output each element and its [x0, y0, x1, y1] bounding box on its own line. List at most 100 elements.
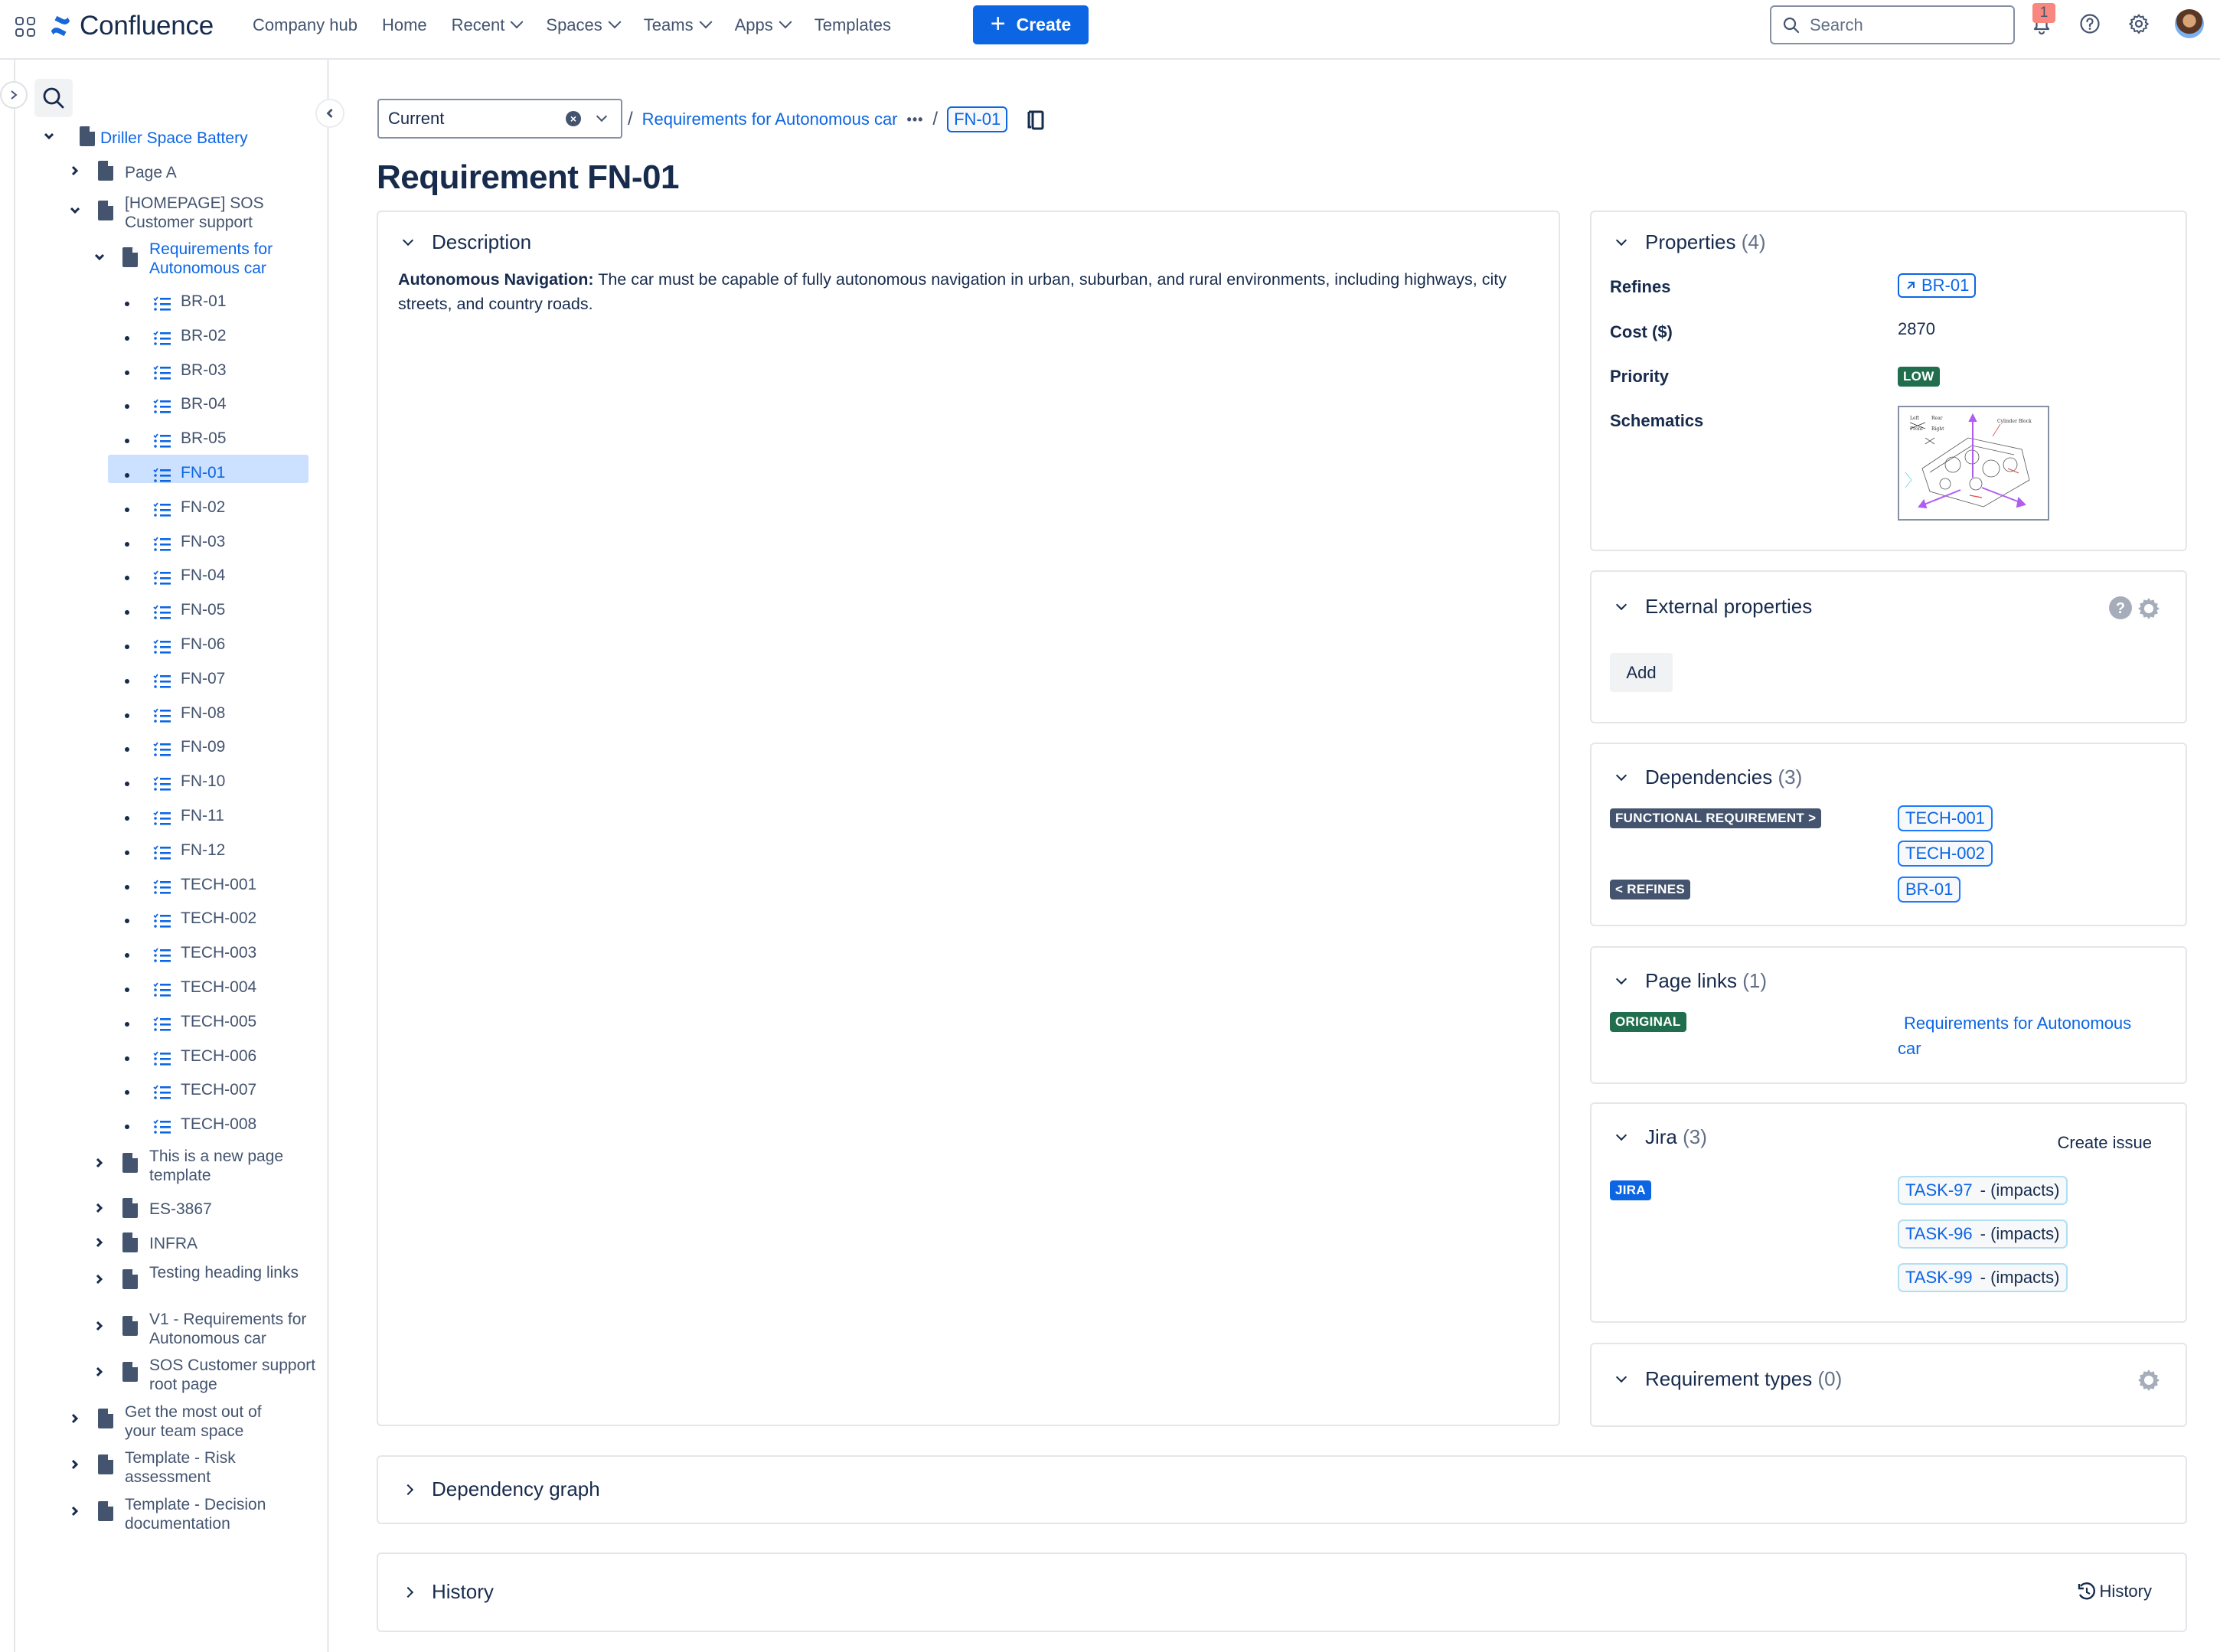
- bullet-icon: [125, 679, 129, 684]
- nav-spaces[interactable]: Spaces: [546, 15, 632, 35]
- requirement-icon: [153, 399, 171, 414]
- bullet-icon: [125, 473, 129, 478]
- nav-recent[interactable]: Recent: [452, 15, 536, 35]
- requirement-types-header[interactable]: Requirement types (0): [1615, 1367, 1842, 1391]
- bullet-icon: [125, 1056, 129, 1061]
- tree-item-label: INFRA: [149, 1235, 198, 1252]
- chevron-down-icon[interactable]: [43, 130, 55, 142]
- gear-icon[interactable]: [2137, 596, 2161, 620]
- chevron-right-icon[interactable]: [93, 1366, 106, 1378]
- chevron-right-icon[interactable]: [69, 1412, 81, 1425]
- jira-issue-chip[interactable]: TASK-97 - (impacts): [1898, 1176, 2068, 1205]
- search-input[interactable]: Search: [1770, 5, 2015, 44]
- jira-issue-chip[interactable]: TASK-96 - (impacts): [1898, 1219, 2068, 1249]
- page-icon: [80, 126, 95, 146]
- tree-item-label: V1 - Requirements for Autonomous car: [149, 1311, 307, 1347]
- property-label: Refines: [1610, 277, 1671, 296]
- requirement-icon: [153, 570, 171, 586]
- section-title: Description: [432, 230, 532, 253]
- chevron-down-icon[interactable]: [596, 110, 608, 122]
- dependency-graph-header[interactable]: Dependency graph: [402, 1477, 600, 1501]
- refines-value: BR-01: [1921, 276, 1970, 295]
- chevron-right-icon[interactable]: [69, 1458, 81, 1471]
- requirement-icon: [153, 880, 171, 895]
- chevron-right-icon[interactable]: [93, 1202, 106, 1214]
- page-links-header[interactable]: Page links (1): [1615, 969, 1767, 993]
- tree-item-label: TECH-001: [181, 876, 257, 893]
- tree-item-label: TECH-002: [181, 909, 257, 927]
- external-properties-card: External properties ? Add: [1590, 570, 2187, 723]
- page-link[interactable]: Requirements for Autonomous car: [1898, 1010, 2158, 1061]
- nav-teams[interactable]: Teams: [644, 15, 724, 35]
- jira-issue-key[interactable]: TASK-96: [1905, 1224, 1973, 1244]
- jira-issue-key[interactable]: TASK-99: [1905, 1268, 1973, 1288]
- chevron-right-icon[interactable]: [93, 1320, 106, 1332]
- gear-icon[interactable]: [2137, 1367, 2161, 1392]
- jira-header[interactable]: Jira (3): [1615, 1125, 1707, 1149]
- breadcrumb-current[interactable]: FN-01: [947, 106, 1008, 132]
- dependencies-header[interactable]: Dependencies (3): [1615, 766, 1802, 789]
- nav-templates[interactable]: Templates: [815, 15, 905, 35]
- nav-home[interactable]: Home: [382, 15, 441, 35]
- create-button[interactable]: + Create: [973, 5, 1089, 44]
- jira-card: Jira (3) Create issue JIRA TASK-97 - (imp…: [1590, 1102, 2187, 1323]
- search-placeholder: Search: [1810, 15, 1863, 34]
- refines-link[interactable]: BR-01: [1898, 273, 1977, 298]
- history-header[interactable]: History: [402, 1580, 494, 1604]
- collapse-sidebar-button[interactable]: [315, 99, 344, 128]
- schematic-thumbnail[interactable]: Left Rear Front Right Cylinder Block: [1898, 406, 2049, 521]
- chevron-right-icon[interactable]: [93, 1236, 106, 1249]
- section-count: (4): [1741, 230, 1766, 253]
- chevron-right-icon[interactable]: [93, 1157, 106, 1169]
- external-properties-header[interactable]: External properties: [1615, 595, 1812, 619]
- jira-issue-key[interactable]: TASK-97: [1905, 1180, 1973, 1200]
- section-title: Dependency graph: [432, 1477, 600, 1500]
- chevron-down-icon[interactable]: [69, 204, 81, 217]
- chevron-right-icon[interactable]: [69, 165, 81, 177]
- confluence-logo[interactable]: Confluence: [49, 11, 214, 41]
- help-button[interactable]: [2077, 11, 2103, 37]
- version-select[interactable]: Current ×: [377, 99, 622, 139]
- add-external-property-button[interactable]: Add: [1610, 653, 1673, 692]
- jira-issue-chip[interactable]: TASK-99 - (impacts): [1898, 1263, 2068, 1292]
- create-label: Create: [1016, 15, 1072, 34]
- page-icon: [122, 1198, 138, 1218]
- description-header[interactable]: Description: [402, 230, 532, 254]
- history-button[interactable]: History: [2077, 1582, 2152, 1601]
- dependency-chip[interactable]: BR-01: [1898, 877, 1961, 903]
- help-icon[interactable]: ?: [2109, 596, 2132, 619]
- tree-item-label: TECH-004: [181, 978, 257, 996]
- chevron-right-icon[interactable]: [69, 1505, 81, 1517]
- bullet-icon: [125, 302, 129, 306]
- clear-icon[interactable]: ×: [566, 111, 581, 126]
- expand-nav-button[interactable]: [0, 81, 28, 109]
- dependency-graph-card: Dependency graph: [377, 1455, 2187, 1524]
- settings-button[interactable]: [2126, 11, 2152, 37]
- create-issue-button[interactable]: Create issue: [2057, 1133, 2152, 1153]
- requirement-icon: [153, 605, 171, 620]
- requirement-icon: [153, 776, 171, 792]
- tree-item-label: FN-09: [181, 738, 226, 756]
- dependency-chip[interactable]: TECH-001: [1898, 805, 1993, 831]
- requirement-icon: [153, 982, 171, 997]
- tree-item-label: BR-04: [181, 395, 227, 413]
- schematic-label: Right: [1931, 426, 1944, 432]
- nav-company-hub[interactable]: Company hub: [253, 15, 371, 35]
- bullet-icon: [125, 988, 129, 992]
- requirement-icon: [153, 913, 171, 929]
- chevron-down-icon: [699, 15, 713, 29]
- page-icon: [98, 201, 113, 220]
- breadcrumb-more-button[interactable]: •••: [907, 112, 924, 128]
- user-avatar[interactable]: [2175, 9, 2204, 38]
- app-switcher-icon[interactable]: [15, 17, 35, 37]
- chevron-down-icon[interactable]: [93, 251, 106, 263]
- tree-item-label: Requirements for Autonomous car: [149, 240, 273, 277]
- chevron-right-icon[interactable]: [93, 1273, 106, 1285]
- properties-header[interactable]: Properties (4): [1615, 230, 1766, 254]
- dependency-chip[interactable]: TECH-002: [1898, 841, 1993, 867]
- copy-icon[interactable]: [1026, 107, 1046, 132]
- breadcrumb-link[interactable]: Requirements for Autonomous car: [642, 109, 898, 129]
- nav-apps[interactable]: Apps: [735, 15, 804, 35]
- sidebar-search-button[interactable]: [34, 79, 73, 117]
- jira-issue-relation: - (impacts): [1980, 1180, 2060, 1200]
